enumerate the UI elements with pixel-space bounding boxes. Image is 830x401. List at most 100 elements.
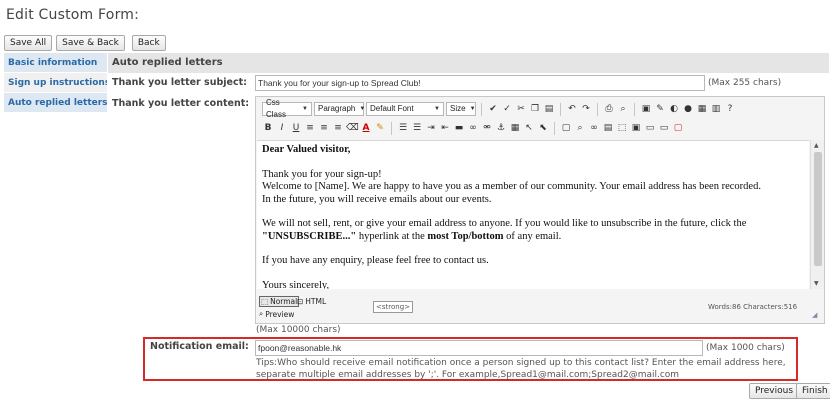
word-count: Words:86 Characters:516	[708, 303, 798, 311]
privacy-text-a: We will not sell, rent, or give your ema…	[262, 218, 747, 229]
subject-input[interactable]: Thank you for your sign-up to Spread Clu…	[255, 75, 705, 91]
align-left-icon[interactable]: ≡	[304, 122, 316, 135]
content-label: Thank you letter content:	[112, 98, 250, 109]
highlight-color-icon[interactable]: ✎	[374, 122, 386, 135]
redo-icon[interactable]: ↷	[580, 103, 592, 116]
scroll-down-icon[interactable]: ▼	[814, 280, 819, 287]
help-icon[interactable]: ?	[724, 103, 736, 116]
finish-button[interactable]: Finish	[796, 383, 830, 399]
insert-document-icon[interactable]: ▦	[696, 103, 708, 116]
undo-icon[interactable]: ↶	[566, 103, 578, 116]
save-and-back-button[interactable]: Save & Back	[56, 35, 125, 51]
welcome-line-3: In the future, you will receive emails a…	[262, 193, 492, 205]
top-toolbar: Save All Save & Back Back	[4, 35, 166, 51]
enquiry-text: If you have any enquiry, please feel fre…	[262, 255, 489, 266]
indent-icon[interactable]: ⇥	[425, 122, 437, 135]
insert-flash-icon[interactable]: ●	[682, 103, 694, 116]
new-page-icon[interactable]: ▢	[560, 122, 572, 135]
eraser-icon[interactable]: ⌫	[346, 122, 359, 135]
preview-mode-icon: ⌕	[259, 309, 264, 318]
chevron-down-icon: ▼	[434, 106, 440, 112]
insert-media-icon[interactable]: ◐	[668, 103, 680, 116]
tab-auto-replied-letters[interactable]: Auto replied letters	[4, 93, 107, 113]
horizontal-rule-icon[interactable]: ▬	[453, 122, 465, 135]
preview-mode-label: Preview	[265, 309, 295, 319]
insert-table-icon[interactable]: ▥	[710, 103, 722, 116]
italic-icon[interactable]: I	[276, 122, 288, 135]
subject-label: Thank you letter subject:	[112, 77, 247, 88]
template-icon[interactable]: ▤	[602, 122, 614, 135]
toolbar-separator	[554, 121, 555, 135]
notification-label: Notification email:	[150, 341, 249, 352]
insert-image-icon[interactable]: ▣	[640, 103, 652, 116]
bold-icon[interactable]: B	[262, 122, 274, 135]
textbox-icon[interactable]: ▭	[644, 122, 656, 135]
button-form-icon[interactable]: ▭	[658, 122, 670, 135]
html-mode-tab[interactable]: ⊡ HTML	[297, 297, 326, 306]
notification-tip-line-1: Tips:Who should receive email notificati…	[256, 358, 786, 368]
show-borders-icon[interactable]: ⬚	[616, 122, 628, 135]
paragraph-closing: Yours sincerely,	[262, 280, 809, 290]
chevron-down-icon: ▼	[469, 106, 476, 112]
cut-icon[interactable]: ✂	[515, 103, 527, 116]
select-icon[interactable]: ⬉	[537, 122, 549, 135]
anchor-icon[interactable]: ⚓	[495, 122, 507, 135]
content-limit: (Max 10000 chars)	[256, 325, 341, 335]
table-grid-icon[interactable]: ▦	[509, 122, 521, 135]
print-icon[interactable]: ⎙	[603, 103, 615, 116]
scroll-up-icon[interactable]: ▲	[814, 142, 819, 149]
welcome-line-1: Thank you for your sign-up!	[262, 168, 382, 180]
paragraph-enquiry: If you have any enquiry, please feel fre…	[262, 255, 809, 268]
ordered-list-icon[interactable]: ☰	[397, 122, 409, 135]
copy-icon[interactable]: ❐	[529, 103, 541, 116]
tab-sign-up-instructions[interactable]: Sign up instructions	[4, 73, 107, 93]
form-icon[interactable]: ▣	[630, 122, 642, 135]
tab-basic-information[interactable]: Basic information	[4, 53, 107, 73]
link-icon[interactable]: ∞	[467, 122, 479, 135]
align-center-icon[interactable]: ≡	[318, 122, 330, 135]
scrollbar-thumb[interactable]	[814, 152, 822, 266]
format-value: Paragraph	[318, 104, 356, 113]
font-select[interactable]: Default Font ▼	[366, 102, 444, 116]
size-select[interactable]: Size ▼	[446, 102, 476, 116]
css-class-select[interactable]: Css Class ▼	[262, 98, 312, 119]
edit-image-icon[interactable]: ✎	[654, 103, 666, 116]
spellcheck-icon[interactable]: ✔	[487, 103, 499, 116]
unlink-icon[interactable]: ⚮	[481, 122, 493, 135]
css-class-value: Css Class	[266, 98, 287, 119]
toolbar-separator	[634, 102, 635, 116]
notification-limit: (Max 1000 chars)	[706, 343, 785, 353]
editor-scrollbar[interactable]: ▲ ▼	[810, 140, 824, 289]
outdent-icon[interactable]: ⇤	[439, 122, 451, 135]
normal-mode-label: Normal	[270, 297, 298, 306]
format-select[interactable]: Paragraph ▼	[314, 102, 365, 116]
back-button[interactable]: Back	[131, 35, 166, 51]
unordered-list-icon[interactable]: ☰	[411, 122, 423, 135]
editor-toolbar-row-2: B I U ≡ ≡ ≡ ⌫ A ✎ ☰ ☰ ⇥ ⇤ ▬ ∞ ⚮ ⚓ ▦ ↖ ⬉ …	[262, 119, 684, 137]
notification-email-input[interactable]: fpoon@reasonable.hk	[255, 340, 703, 356]
pointer-icon[interactable]: ↖	[523, 122, 535, 135]
greeting-line: Dear Valued visitor,	[262, 144, 809, 157]
align-right-icon[interactable]: ≡	[332, 122, 344, 135]
paragraph-privacy: We will not sell, rent, or give your ema…	[262, 218, 809, 243]
previous-button[interactable]: Previous	[749, 383, 800, 399]
notification-tip-line-2: separate multiple email addresses by ';'…	[256, 370, 680, 380]
toolbar-separator	[597, 102, 598, 116]
paste-icon[interactable]: ▤	[543, 103, 555, 116]
normal-mode-tab[interactable]: ⬚ Normal	[259, 296, 300, 307]
underline-icon[interactable]: U	[290, 122, 302, 135]
find-replace-icon[interactable]: ⌕	[617, 103, 629, 116]
preview-mode-tab[interactable]: ⌕ Preview	[259, 309, 294, 319]
side-tabs: Basic information Sign up instructions A…	[4, 53, 107, 113]
privacy-text-c: hyperlink at the	[356, 230, 428, 242]
editor-content-area[interactable]: Dear Valued visitor, Thank you for your …	[257, 140, 809, 289]
spellcheck-options-icon[interactable]: ✓	[501, 103, 513, 116]
save-all-button[interactable]: Save All	[4, 35, 53, 51]
chevron-down-icon: ▼	[302, 106, 308, 112]
binoculars-icon[interactable]: ∞	[588, 122, 600, 135]
fullscreen-icon[interactable]: ▢	[672, 122, 684, 135]
font-color-icon[interactable]: A	[360, 122, 372, 135]
resize-handle-icon[interactable]: ◢	[812, 311, 817, 319]
tag-path-selector[interactable]: <strong>	[373, 301, 414, 313]
zoom-icon[interactable]: ⌕	[574, 122, 586, 135]
